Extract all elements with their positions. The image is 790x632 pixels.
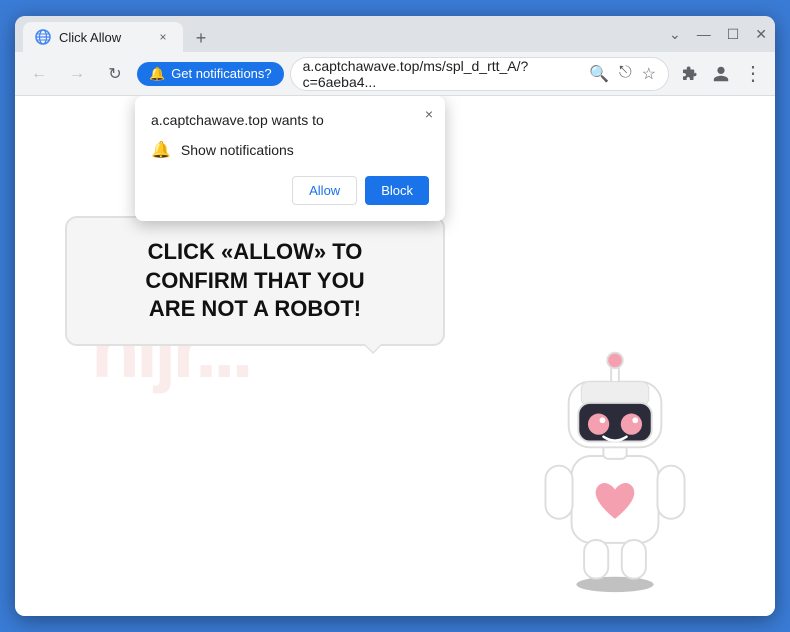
share-icon[interactable]: ⎋ (619, 64, 632, 84)
cta-line1: CLICK «ALLOW» TO CONFIRM THAT YOU (145, 239, 364, 293)
allow-button[interactable]: Allow (292, 176, 357, 205)
new-tab-button[interactable]: + (187, 24, 215, 52)
title-bar: Click Allow × + ⌄ — ☐ ✕ (15, 16, 775, 52)
toolbar: ← → ↻ 🔔 Get notifications? a.captchawave… (15, 52, 775, 96)
popup-close-button[interactable]: × (425, 106, 433, 122)
maximize-button[interactable]: ☐ (727, 26, 740, 43)
notification-btn-label: Get notifications? (171, 66, 271, 81)
popup-buttons: Allow Block (151, 176, 429, 205)
popup-bell-icon: 🔔 (151, 140, 171, 160)
active-tab[interactable]: Click Allow × (23, 22, 183, 52)
close-button[interactable]: ✕ (755, 26, 767, 43)
chevron-down-icon[interactable]: ⌄ (669, 26, 681, 43)
robot-illustration (515, 316, 715, 596)
cta-container: CLICK «ALLOW» TO CONFIRM THAT YOU ARE NO… (65, 216, 445, 346)
refresh-button[interactable]: ↻ (99, 58, 131, 90)
menu-icon[interactable]: ⋮ (739, 60, 767, 88)
profile-icon[interactable] (707, 60, 735, 88)
tab-favicon (35, 29, 51, 45)
tab-title: Click Allow (59, 30, 147, 45)
tab-close-btn[interactable]: × (155, 29, 171, 45)
notification-popup: × a.captchawave.top wants to 🔔 Show noti… (135, 96, 445, 221)
block-button[interactable]: Block (365, 176, 429, 205)
popup-notification-label: Show notifications (181, 142, 294, 158)
browser-window: Click Allow × + ⌄ — ☐ ✕ ← → ↻ 🔔 Get noti… (15, 16, 775, 616)
address-text: a.captchawave.top/ms/spl_d_rtt_A/?c=6aeb… (303, 58, 581, 90)
content-area: × a.captchawave.top wants to 🔔 Show noti… (15, 96, 775, 616)
speech-bubble: CLICK «ALLOW» TO CONFIRM THAT YOU ARE NO… (65, 216, 445, 346)
forward-button[interactable]: → (61, 58, 93, 90)
cta-text: CLICK «ALLOW» TO CONFIRM THAT YOU ARE NO… (95, 238, 415, 324)
address-icons: 🔍 ⎋ ☆ (589, 64, 656, 84)
search-icon[interactable]: 🔍 (589, 64, 609, 84)
popup-notification-row: 🔔 Show notifications (151, 140, 429, 160)
address-bar[interactable]: a.captchawave.top/ms/spl_d_rtt_A/?c=6aeb… (290, 57, 669, 91)
popup-title: a.captchawave.top wants to (151, 112, 429, 128)
tab-bar: Click Allow × + (23, 16, 661, 52)
bell-icon: 🔔 (149, 66, 165, 82)
back-button[interactable]: ← (23, 58, 55, 90)
extensions-icon[interactable] (675, 60, 703, 88)
cta-line2: ARE NOT A ROBOT! (149, 296, 361, 321)
get-notifications-button[interactable]: 🔔 Get notifications? (137, 62, 284, 86)
bookmark-icon[interactable]: ☆ (642, 64, 656, 84)
minimize-button[interactable]: — (697, 26, 711, 42)
toolbar-icons: ⋮ (675, 60, 767, 88)
title-bar-controls: ⌄ — ☐ ✕ (669, 26, 767, 43)
